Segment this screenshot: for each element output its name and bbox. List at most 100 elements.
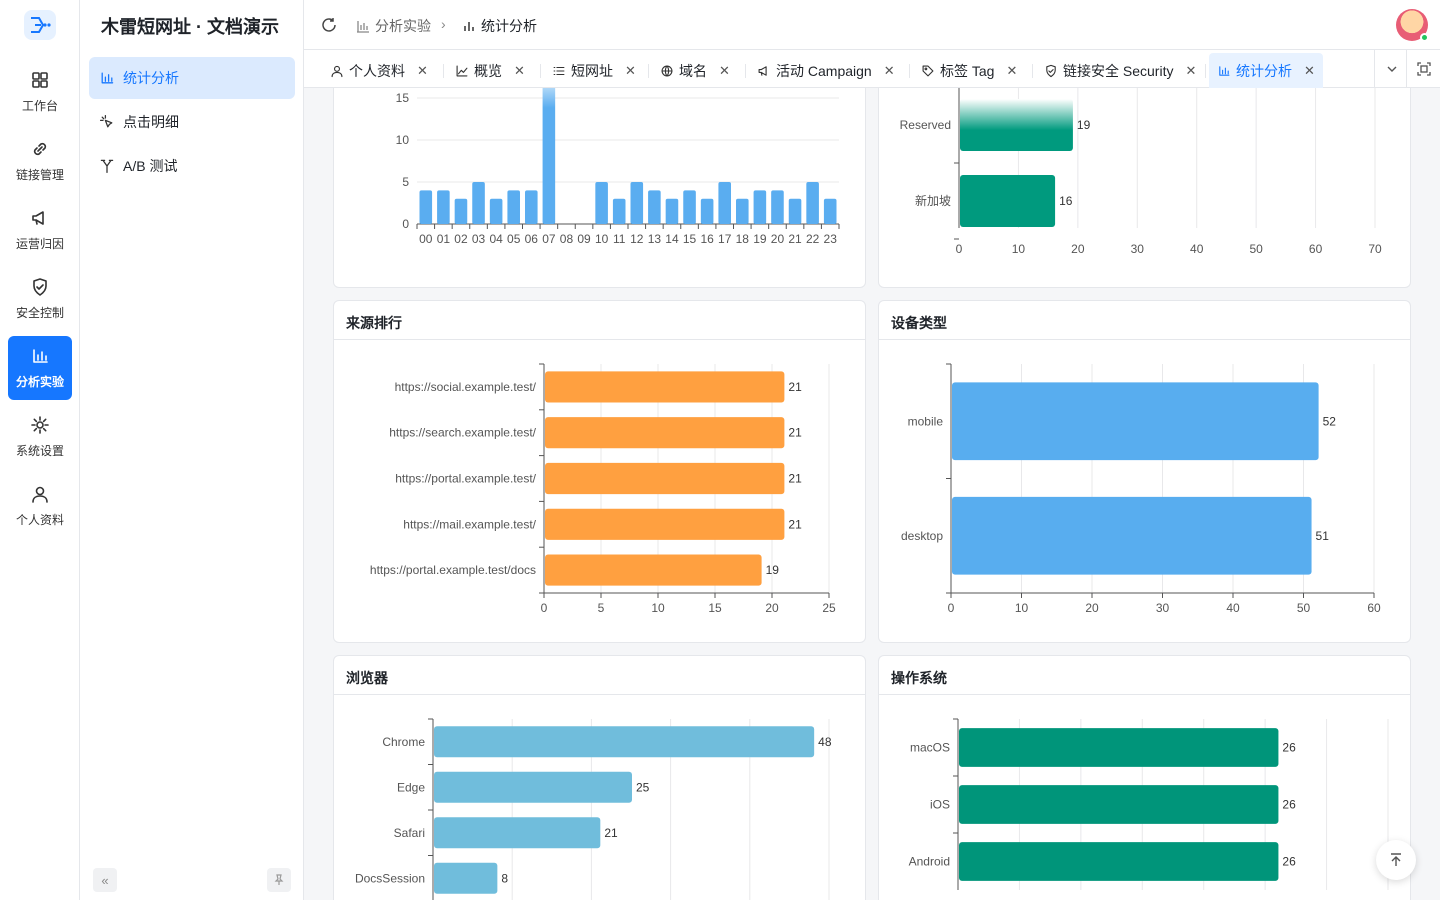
sidebar-item-1[interactable]: 点击明细 bbox=[89, 101, 295, 143]
y-tick-label: Reserved bbox=[900, 118, 951, 132]
close-tab-icon[interactable]: ✕ bbox=[719, 63, 730, 79]
x-tick-label: 20 bbox=[765, 601, 779, 615]
close-tab-icon[interactable]: ✕ bbox=[417, 63, 428, 79]
data-label: 48 bbox=[818, 735, 832, 749]
tab-5[interactable]: 标签 Tag ✕ bbox=[913, 53, 1025, 88]
x-tick-label: 10 bbox=[1012, 242, 1026, 256]
gear-icon bbox=[31, 416, 49, 434]
tab-0[interactable]: 个人资料 ✕ bbox=[322, 53, 436, 88]
os-card: 操作系统 macOS 26 iOS 26 Android 26 bbox=[878, 655, 1411, 900]
arrow-up-icon bbox=[1391, 853, 1401, 866]
bar bbox=[545, 371, 785, 403]
bar bbox=[507, 190, 520, 224]
app-logo-icon[interactable] bbox=[24, 10, 56, 40]
x-tick-label: 08 bbox=[560, 232, 574, 246]
tab-4[interactable]: 活动 Campaign ✕ bbox=[749, 53, 903, 88]
y-tick-label: https://mail.example.test/ bbox=[403, 517, 536, 531]
device-type-card: 设备类型 0 10 20 30 40 50 60 mobile 52 desktop 51 bbox=[878, 300, 1411, 643]
breadcrumb-item-analysis[interactable]: 分析实验 bbox=[356, 16, 431, 36]
close-tab-icon[interactable]: ✕ bbox=[1304, 63, 1315, 79]
tabs-dropdown-button[interactable] bbox=[1374, 50, 1408, 88]
x-tick-label: 01 bbox=[437, 232, 451, 246]
x-tick-label: 20 bbox=[1071, 242, 1085, 256]
bar bbox=[736, 198, 749, 224]
close-tab-icon[interactable]: ✕ bbox=[1185, 63, 1196, 79]
bar-chart-icon bbox=[464, 22, 474, 31]
y-tick-label: macOS bbox=[910, 741, 950, 755]
x-tick-label: 15 bbox=[683, 232, 697, 246]
online-status-icon bbox=[1420, 33, 1429, 42]
close-tab-icon[interactable]: ✕ bbox=[1006, 63, 1017, 79]
megaphone-icon bbox=[758, 65, 767, 76]
data-label: 26 bbox=[1282, 741, 1296, 755]
sidebar-item-label: 点击明细 bbox=[123, 114, 179, 130]
sidebar-item-0[interactable]: 统计分析 bbox=[89, 57, 295, 99]
rail-item-label: 运营归因 bbox=[15, 237, 64, 251]
tab-label: 短网址 bbox=[571, 62, 613, 79]
click-icon bbox=[99, 114, 113, 128]
rail-item-user[interactable]: 个人资料 bbox=[8, 474, 72, 538]
hourly-chart-card: 0 5 10 15 00 01 02 03 04 05 06 07 08 09 10 11 12 13 14 15 16… bbox=[333, 88, 866, 288]
x-tick-label: 04 bbox=[489, 232, 503, 246]
sidebar-item-2[interactable]: A/B 测试 bbox=[89, 145, 295, 187]
close-tab-icon[interactable]: ✕ bbox=[514, 63, 525, 79]
x-tick-label: 13 bbox=[648, 232, 662, 246]
x-tick-label: 09 bbox=[577, 232, 591, 246]
y-tick-label: https://portal.example.test/docs bbox=[370, 563, 536, 577]
tab-3[interactable]: 域名 ✕ bbox=[652, 53, 738, 88]
shield-icon bbox=[1046, 64, 1056, 77]
bar-chart-icon bbox=[1219, 65, 1230, 76]
bar bbox=[434, 771, 632, 803]
tab-6[interactable]: 链接安全 Security ✕ bbox=[1036, 53, 1204, 88]
bar bbox=[419, 190, 433, 224]
x-tick-label: 14 bbox=[665, 232, 679, 246]
rail-item-dashboard[interactable]: 工作台 bbox=[8, 60, 72, 124]
data-label: 21 bbox=[788, 426, 802, 440]
x-tick-label: 19 bbox=[753, 232, 767, 246]
tab-1[interactable]: 概览 ✕ bbox=[447, 53, 533, 88]
source-ranking-card: 来源排行 0 5 10 15 20 25 https://social.example.te… bbox=[333, 300, 866, 643]
y-tick-label: 10 bbox=[396, 133, 410, 147]
tab-label: 标签 Tag bbox=[940, 62, 995, 79]
bar bbox=[542, 88, 556, 224]
close-tab-icon[interactable]: ✕ bbox=[884, 63, 895, 79]
double-chevron-left-icon: « bbox=[101, 872, 109, 888]
avatar[interactable] bbox=[1396, 9, 1429, 42]
y-tick-label: Android bbox=[909, 855, 950, 869]
x-tick-label: 30 bbox=[1156, 601, 1170, 615]
rail-item-gear[interactable]: 系统设置 bbox=[8, 405, 72, 469]
bar bbox=[960, 175, 1056, 227]
x-tick-label: 05 bbox=[507, 232, 521, 246]
rail-item-label: 工作台 bbox=[21, 99, 58, 113]
x-tick-label: 16 bbox=[700, 232, 714, 246]
user-icon bbox=[32, 486, 48, 503]
collapse-sidebar-button[interactable]: « bbox=[93, 868, 117, 892]
x-tick-label: 11 bbox=[613, 232, 626, 246]
y-tick-label: iOS bbox=[930, 798, 950, 812]
bar bbox=[545, 417, 785, 449]
tab-label: 链接安全 Security bbox=[1063, 62, 1174, 79]
bar bbox=[437, 190, 450, 224]
browser-bar-chart: Chrome 48 Edge 25 Safari 21 DocsSession 8 bbox=[355, 718, 832, 900]
y-tick-label: https://search.example.test/ bbox=[389, 426, 536, 440]
close-tab-icon[interactable]: ✕ bbox=[625, 63, 636, 79]
y-tick-label: DocsSession bbox=[355, 871, 425, 885]
secondary-sidebar: 木雷短网址 · 文档演示 统计分析 点击明细 A/B 测试 « bbox=[81, 0, 304, 900]
back-to-top-button[interactable] bbox=[1376, 840, 1416, 880]
data-label: 19 bbox=[1077, 118, 1091, 132]
shield-icon bbox=[33, 278, 47, 296]
data-label: 21 bbox=[788, 472, 802, 486]
rail-item-link[interactable]: 链接管理 bbox=[8, 129, 72, 193]
pin-sidebar-button[interactable] bbox=[267, 868, 291, 892]
rail-item-shield[interactable]: 安全控制 bbox=[8, 267, 72, 331]
tab-label: 统计分析 bbox=[1236, 62, 1292, 79]
rail-item-bar-chart[interactable]: 分析实验 bbox=[8, 336, 72, 400]
bar bbox=[771, 190, 784, 224]
refresh-icon[interactable] bbox=[320, 16, 338, 34]
rail-item-megaphone[interactable]: 运营归因 bbox=[8, 198, 72, 262]
globe-icon bbox=[661, 65, 673, 76]
tab-7[interactable]: 统计分析 ✕ bbox=[1209, 53, 1323, 88]
x-tick-label: 23 bbox=[824, 232, 838, 246]
tab-2[interactable]: 短网址 ✕ bbox=[544, 53, 644, 88]
fullscreen-button[interactable] bbox=[1406, 50, 1440, 88]
